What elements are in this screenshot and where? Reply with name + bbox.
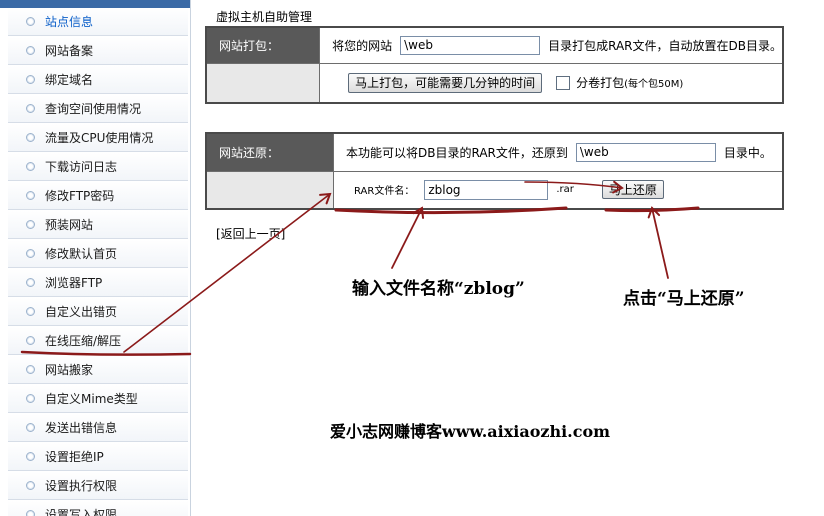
arrow-hint-to-input — [391, 207, 423, 269]
arrow-input-to-button — [524, 181, 623, 189]
underline-rar-input — [334, 206, 568, 215]
annotation-click-hint: 点击“马上还原” — [623, 289, 745, 309]
arrow-hint-to-button — [651, 207, 669, 279]
underline-sidebar-item — [20, 350, 192, 356]
annotation-input-hint: 输入文件名称“zblog” — [352, 279, 525, 299]
arrow-sidebar-to-rar — [123, 193, 331, 353]
watermark: 爱小志网赚博客www.aixiaozhi.com — [330, 422, 611, 441]
